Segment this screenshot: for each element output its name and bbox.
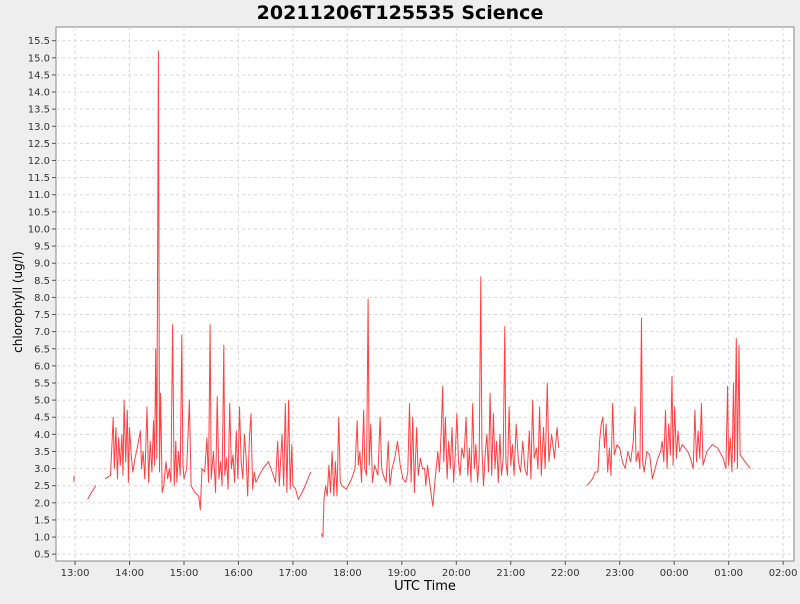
y-tick-label: 0.5 bbox=[34, 550, 50, 561]
y-tick-label: 5.5 bbox=[34, 379, 50, 390]
y-tick-label: 1.5 bbox=[34, 515, 50, 526]
y-tick-label: 15.0 bbox=[28, 53, 50, 64]
x-tick-label: 15:00 bbox=[170, 568, 199, 579]
y-tick-label: 6.5 bbox=[34, 344, 50, 355]
chart-svg: 20211206T125535 Science 0.5 1.0 1.5 2.0 2.5 3… bbox=[11, 2, 798, 594]
y-tick-label: 10.0 bbox=[28, 224, 50, 235]
x-tick-label: 00:00 bbox=[660, 568, 689, 579]
x-tick-label: 16:00 bbox=[224, 568, 253, 579]
x-axis-label: UTC Time bbox=[394, 579, 456, 594]
x-tick-label: 17:00 bbox=[279, 568, 308, 579]
y-tick-label: 2.5 bbox=[34, 481, 50, 492]
y-axis: 0.5 1.0 1.5 2.0 2.5 3.0 3.5 4.0 4.5 5.0 5.5 6.0 6.5 7… bbox=[28, 36, 56, 561]
y-tick-label: 12.0 bbox=[28, 156, 50, 167]
x-tick-label: 02:00 bbox=[769, 568, 798, 579]
chart-title: 20211206T125535 Science bbox=[257, 2, 544, 24]
x-tick-label: 19:00 bbox=[387, 568, 416, 579]
y-tick-label: 12.5 bbox=[28, 139, 50, 150]
y-tick-label: 3.5 bbox=[34, 447, 50, 458]
y-tick-label: 8.0 bbox=[34, 293, 50, 304]
y-tick-label: 5.0 bbox=[34, 396, 50, 407]
x-tick-label: 21:00 bbox=[496, 568, 525, 579]
y-tick-label: 8.5 bbox=[34, 276, 50, 287]
x-tick-label: 01:00 bbox=[714, 568, 743, 579]
x-tick-label: 22:00 bbox=[551, 568, 580, 579]
chart-container: 20211206T125535 Science 0.5 1.0 1.5 2.0 2.5 3… bbox=[0, 0, 800, 600]
x-tick-label: 20:00 bbox=[442, 568, 471, 579]
x-tick-label: 18:00 bbox=[333, 568, 362, 579]
y-tick-label: 14.0 bbox=[28, 88, 50, 99]
y-tick-label: 10.5 bbox=[28, 207, 50, 218]
y-tick-label: 4.5 bbox=[34, 413, 50, 424]
y-tick-label: 3.0 bbox=[34, 464, 50, 475]
y-tick-label: 7.5 bbox=[34, 310, 50, 321]
y-tick-label: 7.0 bbox=[34, 327, 50, 338]
y-tick-label: 11.0 bbox=[28, 190, 50, 201]
x-tick-label: 23:00 bbox=[605, 568, 634, 579]
y-tick-label: 2.0 bbox=[34, 498, 50, 509]
y-tick-label: 13.0 bbox=[28, 122, 50, 133]
y-tick-label: 11.5 bbox=[28, 173, 50, 184]
x-tick-label: 13:00 bbox=[61, 568, 90, 579]
y-tick-label: 9.5 bbox=[34, 242, 50, 253]
y-tick-label: 1.0 bbox=[34, 533, 50, 544]
y-tick-label: 15.5 bbox=[28, 36, 50, 47]
y-tick-label: 4.0 bbox=[34, 430, 50, 441]
x-axis: 13:00 14:00 15:00 16:00 17:00 18:00 19:00 20:00… bbox=[61, 561, 798, 579]
y-tick-label: 6.0 bbox=[34, 361, 50, 372]
x-tick-label: 14:00 bbox=[115, 568, 144, 579]
y-tick-label: 9.0 bbox=[34, 259, 50, 270]
y-tick-label: 13.5 bbox=[28, 105, 50, 116]
y-axis-label: chlorophyll (ug/l) bbox=[11, 251, 25, 353]
y-tick-label: 14.5 bbox=[28, 70, 50, 81]
